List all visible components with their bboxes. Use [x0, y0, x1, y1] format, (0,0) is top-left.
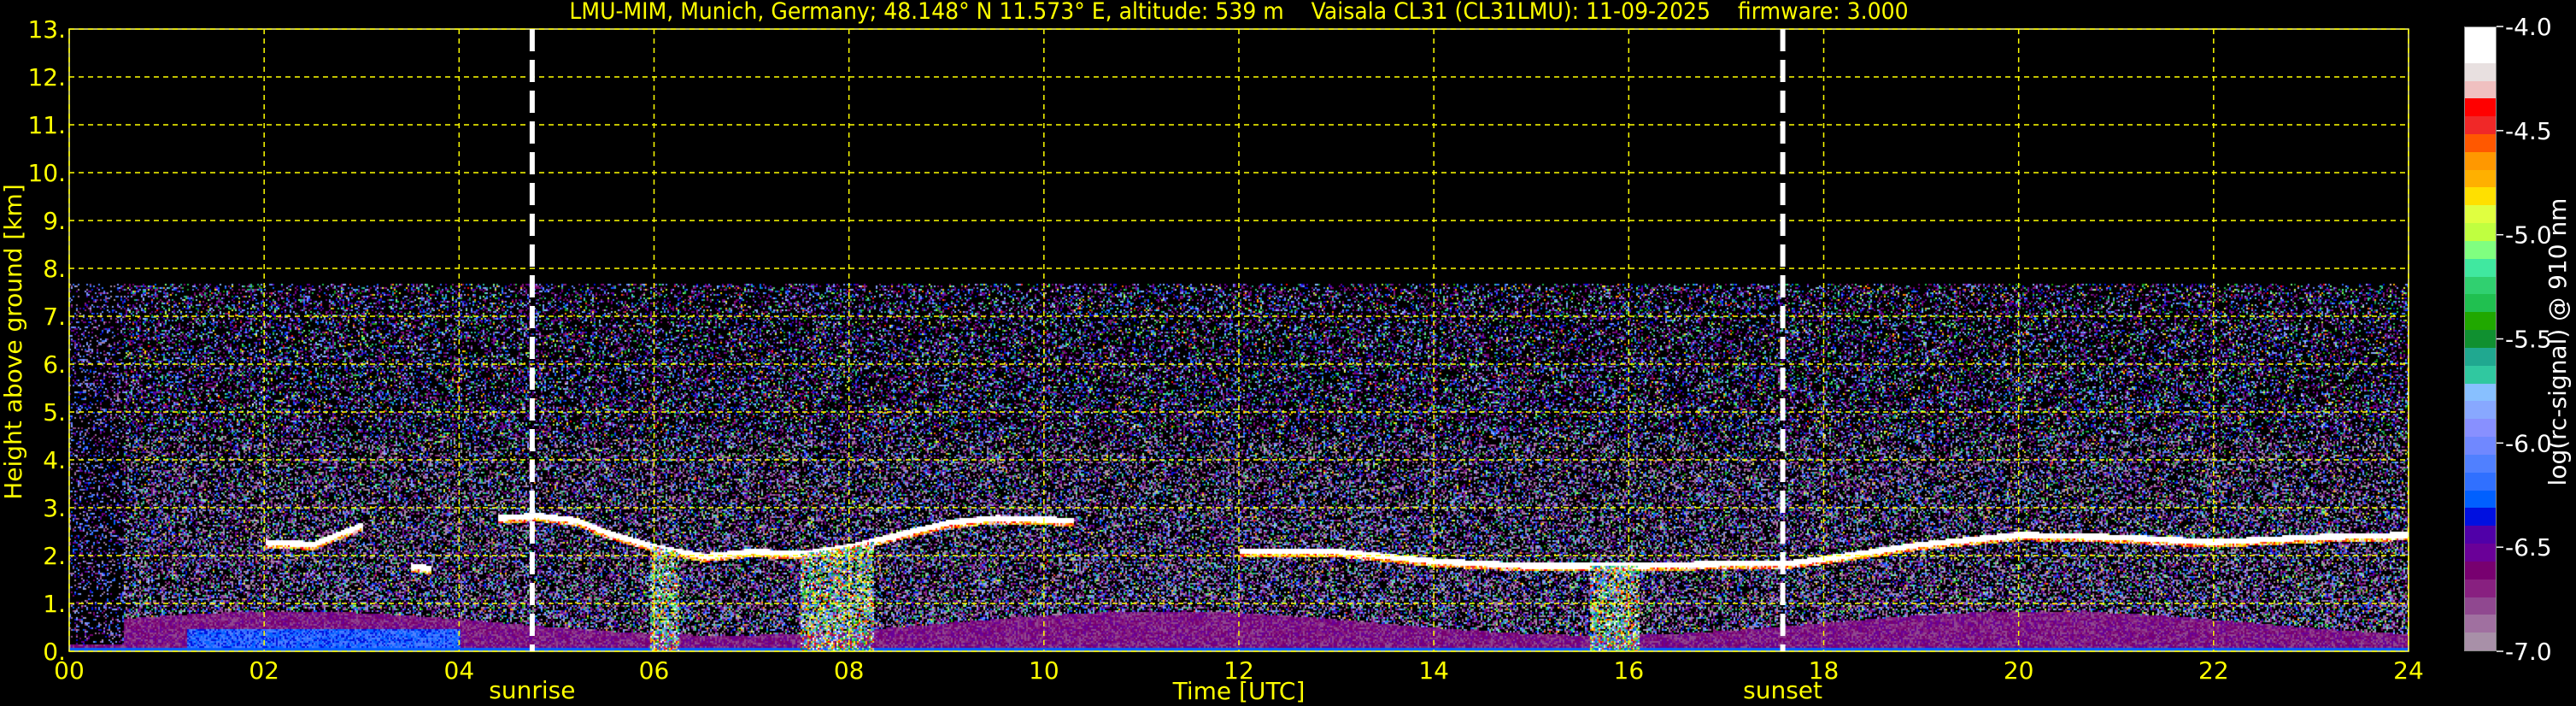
y-tick-label: 12. [27, 63, 66, 91]
x-tick-label: 16 [1614, 656, 1645, 685]
y-tick-label: 11. [27, 111, 66, 139]
y-tick-label: 2. [43, 542, 66, 570]
colorbar-tick-label: -4.0 [2505, 13, 2552, 41]
x-tick-label: 08 [834, 656, 865, 685]
x-axis-label: Time [UTC] [1172, 677, 1306, 705]
x-tick-label: 18 [1809, 656, 1840, 685]
x-tick-label: 06 [639, 656, 670, 685]
x-tick-label: 10 [1029, 656, 1059, 685]
y-axis-label: Height above ground [km] [0, 184, 27, 500]
y-tick-label: 0. [43, 638, 66, 666]
colorbar-tick-label: -7.0 [2505, 638, 2552, 666]
x-tick-label: 22 [2198, 656, 2229, 685]
colorbar-tick-label: -6.5 [2505, 533, 2552, 562]
x-tick-label: 14 [1418, 656, 1449, 685]
sunrise-label: sunrise [489, 676, 575, 704]
y-tick-label: 5. [43, 398, 66, 427]
y-tick-label: 9. [43, 207, 66, 235]
grid [68, 28, 2409, 652]
y-tick-label: 4. [43, 446, 66, 474]
y-tick-label: 6. [43, 350, 66, 379]
y-tick-label: 10. [27, 159, 66, 187]
x-tick-label: 04 [444, 656, 475, 685]
y-tick-label: 7. [43, 303, 66, 331]
axes-overlay: sunrise sunset 00 02 04 06 08 10 12 14 16 18 20 22 24… [0, 13, 2572, 705]
y-ticks: 0. 1. 2. 3. 4. 5. 6. 7. 8. 9. 10. 11. 12. 13. [27, 15, 66, 666]
y-tick-label: 1. [43, 590, 66, 618]
y-tick-label: 13. [27, 15, 66, 44]
colorbar-label: log(rc-signal) @ 910 nm [2544, 198, 2572, 486]
y-tick-label: 8. [43, 255, 66, 283]
x-tick-label: 20 [2004, 656, 2034, 685]
colorbar-tick-label: -4.5 [2505, 117, 2552, 145]
x-tick-label: 24 [2393, 656, 2424, 685]
y-tick-label: 3. [43, 494, 66, 522]
x-tick-label: 02 [249, 656, 279, 685]
